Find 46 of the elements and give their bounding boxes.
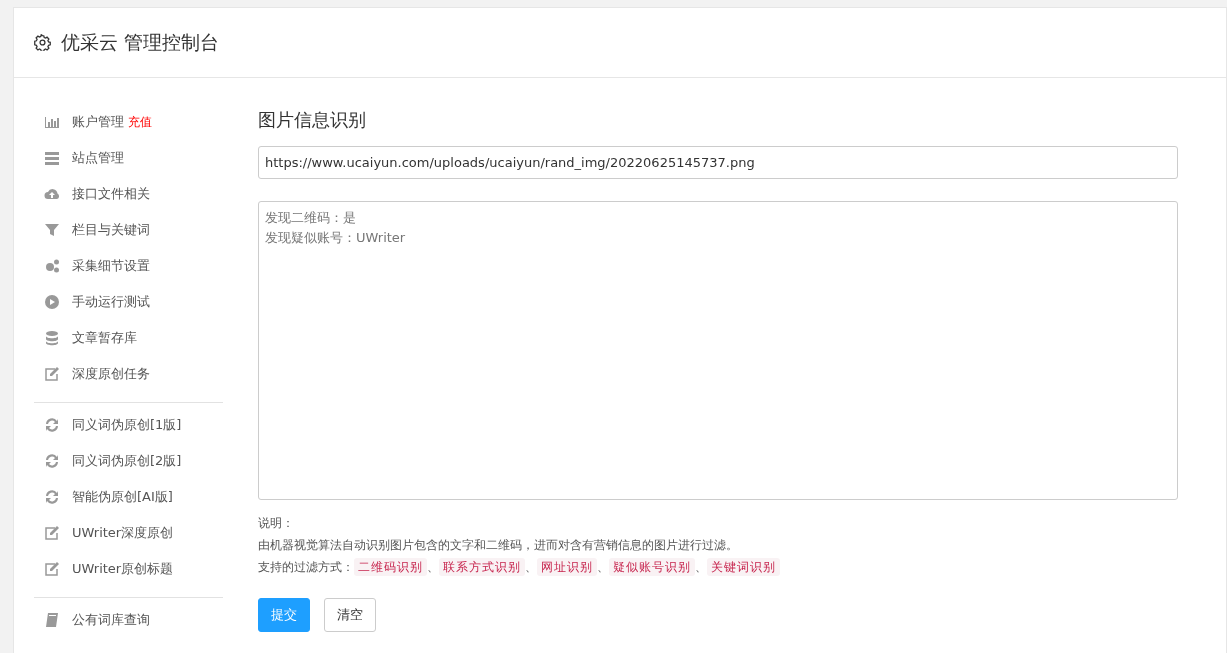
play-icon: [44, 294, 60, 310]
url-input-field[interactable]: https://www.ucaiyun.com/uploads/ucaiyun/rand_img/20220625145737.png: [258, 146, 1178, 179]
sidebar-item[interactable]: UWriter深度原创: [34, 515, 223, 551]
note-text: 由机器视觉算法自动识别图片包含的文字和二维码，进而对含有营销信息的图片进行过滤。: [258, 537, 738, 554]
filter-tag: 关键词识别: [707, 558, 780, 576]
settings-icon: [34, 34, 51, 51]
clear-button[interactable]: 清空: [324, 598, 376, 632]
sidebar-item[interactable]: 手动运行测试: [34, 284, 223, 320]
bar-chart-icon: [44, 114, 60, 130]
sidebar-item[interactable]: 公有词库查询: [34, 602, 223, 638]
database-icon: [44, 330, 60, 346]
filters-label: 支持的过滤方式：: [258, 559, 354, 576]
book-icon: [44, 612, 60, 628]
refresh-icon: [44, 417, 60, 433]
edit-icon: [44, 525, 60, 541]
sidebar-item[interactable]: 接口文件相关: [34, 176, 223, 212]
note-label: 说明：: [258, 515, 294, 532]
page-heading: 图片信息识别: [258, 108, 367, 132]
sidebar-item[interactable]: 智能伪原创[AI版]: [34, 479, 223, 515]
edit-icon: [44, 366, 60, 382]
refresh-icon: [44, 453, 60, 469]
refresh-icon: [44, 489, 60, 505]
sidebar-item[interactable]: 采集细节设置: [34, 248, 223, 284]
sidebar-item[interactable]: 同义词伪原创[1版]: [34, 407, 223, 443]
sidebar-item[interactable]: 账户管理 充值: [34, 104, 223, 140]
sidebar-item[interactable]: UWriter原创标题: [34, 551, 223, 587]
result-text-area[interactable]: 发现二维码：是 发现疑似账号：UWriter: [258, 201, 1178, 500]
server-icon: [44, 150, 60, 166]
edit-icon: [44, 561, 60, 577]
separator-text: 、: [597, 559, 609, 576]
sidebar-item[interactable]: 同义词伪原创[2版]: [34, 443, 223, 479]
filter-tag: 网址识别: [537, 558, 597, 576]
recharge-link[interactable]: 充值: [128, 115, 152, 129]
filter-tag: 联系方式识别: [439, 558, 525, 576]
sidebar-item[interactable]: 文章暂存库: [34, 320, 223, 356]
cloud-upload-icon: [44, 186, 60, 202]
sidebar-item[interactable]: 站点管理: [34, 140, 223, 176]
filter-icon: [44, 222, 60, 238]
filter-tag: 二维码识别: [354, 558, 427, 576]
separator-text: 、: [427, 559, 439, 576]
sidebar-item[interactable]: 深度原创任务: [34, 356, 223, 392]
separator-text: 、: [525, 559, 537, 576]
sidebar-item[interactable]: 栏目与关键词: [34, 212, 223, 248]
console-title: 优采云 管理控制台: [61, 29, 220, 55]
separator-text: 、: [695, 559, 707, 576]
filter-tag: 疑似账号识别: [609, 558, 695, 576]
